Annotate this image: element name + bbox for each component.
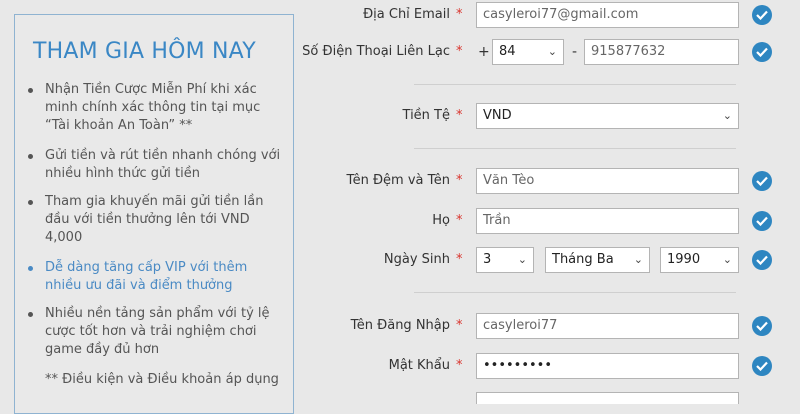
currency-label: Tiền Tệ — [402, 108, 450, 123]
dob-day-select[interactable]: 3 ⌄ — [476, 247, 534, 273]
phone-row: Số Điện Thoại Liên Lạc * + 84 ⌄ - 915877… — [296, 37, 800, 67]
required-mark: * — [456, 44, 463, 59]
phone-plus: + — [478, 44, 490, 60]
required-mark: * — [456, 358, 463, 373]
check-icon — [752, 211, 772, 231]
email-field[interactable]: casyleroi77@gmail.com — [476, 2, 739, 28]
dob-label: Ngày Sinh — [383, 252, 450, 267]
username-label: Tên Đăng Nhập — [350, 318, 450, 333]
check-icon — [752, 250, 772, 270]
divider — [414, 84, 736, 85]
password-label: Mật Khẩu — [388, 358, 450, 373]
username-field[interactable]: casyleroi77 — [476, 313, 739, 339]
username-row: Tên Đăng Nhập * casyleroi77 — [296, 311, 800, 341]
currency-row: Tiền Tệ * VND ⌄ — [296, 101, 800, 131]
promo-item: Gửi tiền và rút tiền nhanh chóng với nhi… — [28, 147, 285, 183]
password-field[interactable]: ••••••••• — [476, 353, 739, 379]
chevron-down-icon: ⌄ — [722, 109, 732, 122]
email-label: Địa Chỉ Email — [363, 7, 450, 22]
chevron-down-icon: ⌄ — [547, 45, 557, 58]
chevron-down-icon: ⌄ — [517, 253, 527, 266]
required-mark: * — [456, 7, 463, 22]
bullet-icon — [28, 312, 33, 317]
chevron-down-icon: ⌄ — [633, 253, 643, 266]
check-icon — [752, 356, 772, 376]
bullet-icon — [28, 200, 33, 205]
check-icon — [752, 171, 772, 191]
bullet-icon — [28, 154, 33, 159]
promo-footnote: ** Điều kiện và Điều khoản áp dụng — [45, 372, 279, 387]
phone-label: Số Điện Thoại Liên Lạc — [302, 44, 450, 59]
required-mark: * — [456, 173, 463, 188]
check-icon — [752, 316, 772, 336]
required-mark: * — [456, 108, 463, 123]
given-name-field[interactable]: Văn Tèo — [476, 168, 739, 194]
email-row: Địa Chỉ Email * casyleroi77@gmail.com — [296, 0, 800, 30]
phone-field[interactable]: 915877632 — [584, 39, 739, 65]
surname-field[interactable]: Trần — [476, 208, 739, 234]
promo-item-vip-link[interactable]: Dễ dàng tăng cấp VIP với thêm nhiều ưu đ… — [28, 259, 285, 295]
divider — [414, 292, 736, 293]
divider — [414, 148, 736, 149]
required-mark: * — [456, 213, 463, 228]
next-field-partial[interactable] — [476, 392, 739, 404]
given-name-row: Tên Đệm và Tên * Văn Tèo — [296, 166, 800, 196]
promo-title: THAM GIA HÔM NAY — [33, 39, 256, 64]
chevron-down-icon: ⌄ — [722, 253, 732, 266]
country-code-select[interactable]: 84 ⌄ — [492, 39, 564, 65]
required-mark: * — [456, 318, 463, 333]
surname-label: Họ — [432, 213, 450, 228]
bullet-icon — [28, 88, 33, 93]
promo-item: Nhiều nền tảng sản phẩm với tỷ lệ cược t… — [28, 305, 285, 359]
check-icon — [752, 5, 772, 25]
bullet-icon — [28, 266, 33, 271]
currency-select[interactable]: VND ⌄ — [476, 103, 739, 129]
dob-month-select[interactable]: Tháng Ba ⌄ — [545, 247, 650, 273]
required-mark: * — [456, 252, 463, 267]
promo-panel: THAM GIA HÔM NAY Nhận Tiền Cược Miễn Phí… — [14, 14, 294, 414]
dob-year-select[interactable]: 1990 ⌄ — [660, 247, 739, 273]
password-row: Mật Khẩu * ••••••••• — [296, 351, 800, 381]
given-name-label: Tên Đệm và Tên — [346, 173, 451, 188]
promo-item: Tham gia khuyến mãi gửi tiền lần đầu với… — [28, 193, 285, 247]
promo-item: Nhận Tiền Cược Miễn Phí khi xác minh chí… — [28, 81, 285, 135]
surname-row: Họ * Trần — [296, 206, 800, 236]
phone-dash: - — [572, 44, 578, 60]
check-icon — [752, 42, 772, 62]
dob-row: Ngày Sinh * 3 ⌄ Tháng Ba ⌄ 1990 ⌄ — [296, 245, 800, 275]
